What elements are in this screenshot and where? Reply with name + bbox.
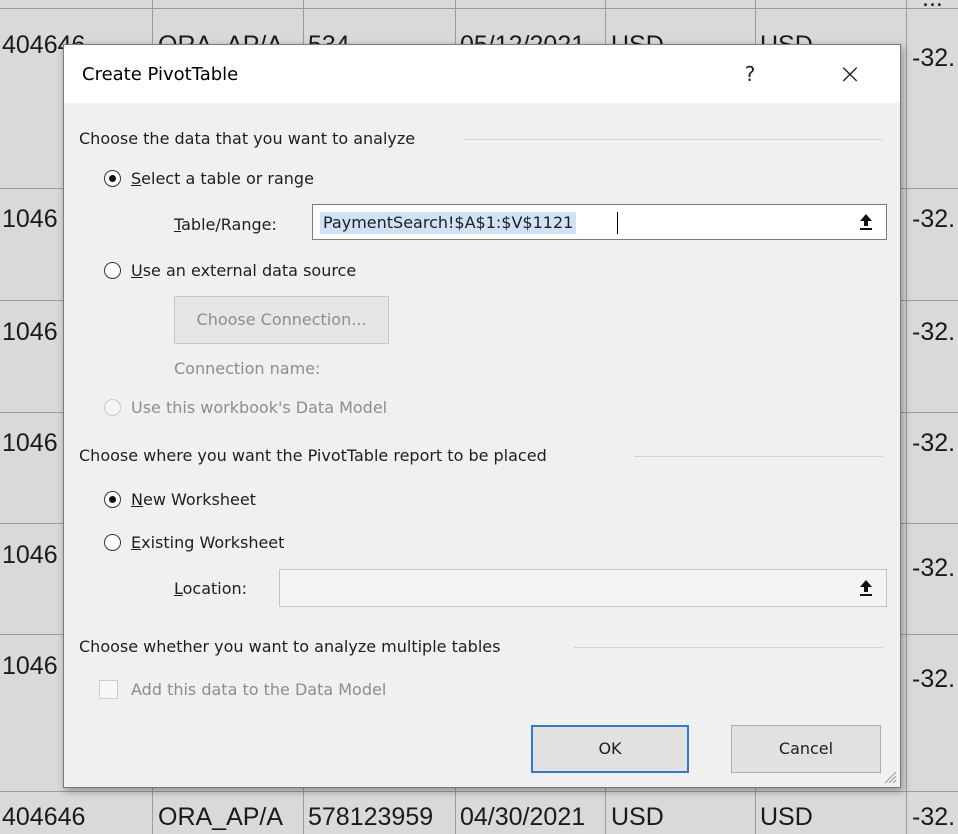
create-pivottable-dialog: Create PivotTable ? × Choose the data th… — [63, 44, 901, 788]
add-to-data-model-checkbox[interactable] — [99, 680, 118, 699]
cell: 04/30/2021 — [460, 803, 586, 831]
cell: USD — [611, 803, 664, 831]
table-range-input[interactable]: PaymentSearch!$A$1:$V$1121 — [312, 204, 887, 240]
cell: -32. — [912, 429, 956, 457]
table-range-label: Table/Range: — [174, 215, 277, 234]
cell: 1046 — [2, 652, 58, 680]
section-divider — [574, 647, 883, 648]
close-button[interactable]: × — [830, 57, 870, 91]
cell: 1046 — [2, 205, 58, 233]
table-range-value: PaymentSearch!$A$1:$V$1121 — [320, 212, 577, 234]
option-select-table-range-label[interactable]: Select a table or range — [131, 169, 314, 188]
option-new-worksheet-label[interactable]: New Worksheet — [131, 490, 256, 509]
section-divider — [464, 139, 883, 140]
cell: -32. — [912, 665, 956, 693]
cell: -32. — [912, 803, 956, 831]
cell: -32. — [912, 318, 956, 346]
cell: 1046 — [2, 541, 58, 569]
cell: 578123959 — [308, 803, 434, 831]
option-external-data-source-label[interactable]: Use an external data source — [131, 261, 356, 280]
ok-button[interactable]: OK — [531, 725, 689, 773]
row-divider — [0, 8, 958, 9]
cell: USD — [760, 803, 813, 831]
cell: -32. — [912, 554, 956, 582]
cell: 1046 — [2, 429, 58, 457]
section-heading-placement: Choose where you want the PivotTable rep… — [79, 446, 547, 465]
column-divider — [906, 0, 907, 834]
radio-existing-worksheet[interactable] — [104, 534, 121, 551]
cell: ORA_AP/A — [158, 803, 284, 831]
option-use-data-model-label[interactable]: Use this workbook's Data Model — [131, 398, 387, 417]
text-caret — [617, 212, 618, 234]
cell: -32. — [912, 44, 956, 72]
section-heading-multiple-tables: Choose whether you want to analyze multi… — [79, 637, 501, 656]
radio-use-data-model[interactable] — [104, 399, 121, 416]
cell: 1046 — [2, 318, 58, 346]
add-to-data-model-label[interactable]: Add this data to the Data Model — [131, 680, 386, 699]
radio-new-worksheet[interactable] — [104, 491, 121, 508]
radio-select-table-range[interactable] — [104, 170, 121, 187]
row-divider — [0, 791, 958, 792]
section-divider — [634, 456, 883, 457]
cell: -32. — [912, 205, 956, 233]
location-input[interactable] — [279, 569, 887, 607]
radio-external-data-source[interactable] — [104, 262, 121, 279]
help-button[interactable]: ? — [735, 59, 765, 89]
option-existing-worksheet-label[interactable]: Existing Worksheet — [131, 533, 284, 552]
location-label: Location: — [174, 579, 248, 598]
cell: 404646 — [2, 803, 86, 831]
cancel-button[interactable]: Cancel — [731, 725, 881, 773]
resize-grip-icon[interactable] — [881, 768, 897, 784]
collapse-dialog-icon[interactable] — [853, 575, 879, 601]
dialog-title: Create PivotTable — [82, 64, 239, 85]
section-heading-data-source: Choose the data that you want to analyze — [79, 129, 416, 148]
choose-connection-button[interactable]: Choose Connection... — [174, 296, 389, 344]
connection-name-label: Connection name: — [174, 359, 321, 378]
cell-peek: ... — [922, 0, 943, 11]
title-bar: Create PivotTable ? × — [64, 45, 900, 103]
collapse-dialog-icon[interactable] — [853, 209, 879, 235]
